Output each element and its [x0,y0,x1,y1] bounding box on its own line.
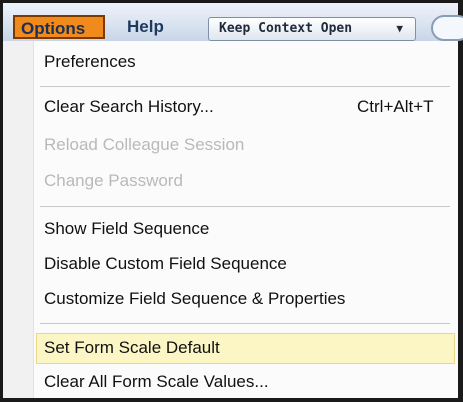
menu-item-clear-all-form-scale-values[interactable]: Clear All Form Scale Values... [44,367,269,397]
chevron-down-icon: ▼ [396,22,403,35]
menu-item-preferences[interactable]: Preferences [44,47,136,77]
options-menu[interactable]: Options [13,15,105,39]
menu-item-reload-colleague-session: Reload Colleague Session [44,135,245,154]
keep-context-open-dropdown[interactable]: Keep Context Open ▼ [208,17,416,41]
keep-context-label: Keep Context Open [219,21,353,36]
frame-border-right [458,0,463,402]
menu-item-customize-field-sequence[interactable]: Customize Field Sequence & Properties [44,284,345,314]
help-menu[interactable]: Help [121,15,170,39]
menu-separator [40,206,450,207]
menu-separator [40,323,450,324]
frame-border-bottom [0,398,463,402]
clear-search-history-shortcut: Ctrl+Alt+T [357,97,434,116]
menu-item-set-form-scale-default[interactable]: Set Form Scale Default [44,333,220,363]
menu-bar: Options Help Keep Context Open ▼ [3,3,463,41]
menu-item-show-field-sequence[interactable]: Show Field Sequence [44,214,209,244]
menu-item-clear-search-history[interactable]: Clear Search History... [44,92,214,122]
menu-item-disable-custom-field-sequence[interactable]: Disable Custom Field Sequence [44,249,287,279]
menu-separator [40,86,450,87]
menu-icon-gutter [3,41,34,398]
menu-item-change-password: Change Password [44,171,183,190]
toolbar-button-partial[interactable] [431,15,463,41]
